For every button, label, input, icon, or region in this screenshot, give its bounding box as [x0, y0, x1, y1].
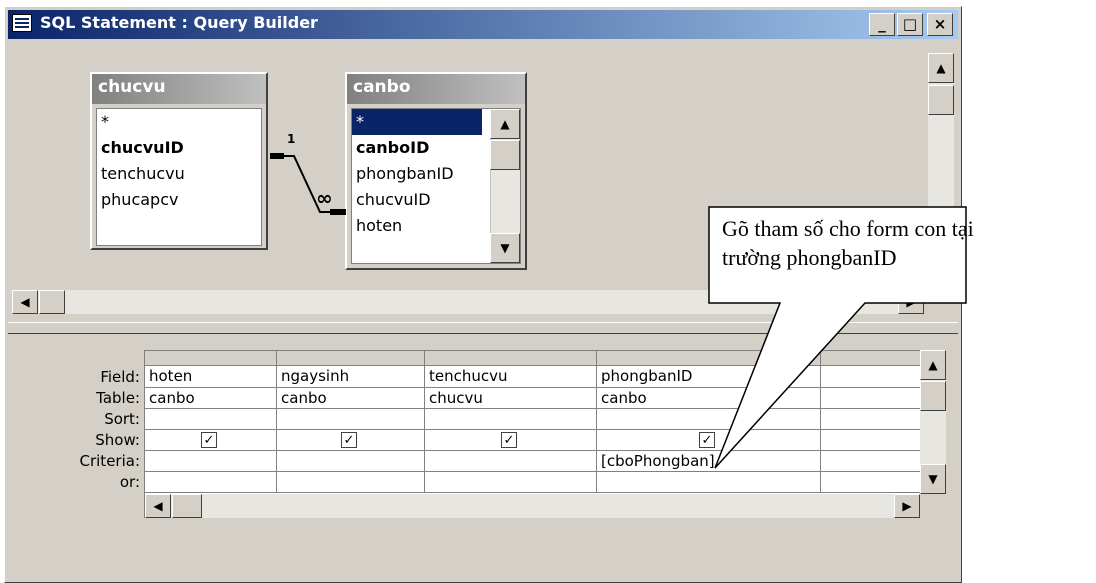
diagram-hscroll-thumb[interactable]	[39, 290, 65, 314]
grid-cell-field[interactable]: ngaysinh	[277, 366, 425, 388]
grid-cell-show[interactable]: ✓	[277, 430, 425, 451]
grid-cell-or[interactable]	[425, 472, 597, 493]
grid-cell-table[interactable]: chucvu	[425, 388, 597, 409]
grid-cell-or[interactable]	[277, 472, 425, 493]
scroll-up-icon[interactable]: ▲	[928, 53, 954, 83]
relationship-many-label: ∞	[316, 186, 333, 210]
grid-cell-table[interactable]: canbo	[145, 388, 277, 409]
field-list-title[interactable]: chucvu	[92, 74, 266, 104]
row-label-sort: Sort:	[104, 410, 140, 428]
checkbox-checked-icon[interactable]: ✓	[341, 432, 357, 448]
scroll-down-icon[interactable]: ▼	[490, 233, 520, 263]
field-item[interactable]: phucapcv	[97, 187, 261, 213]
grid-cell-sort[interactable]	[425, 409, 597, 430]
grid-cell-sort[interactable]	[145, 409, 277, 430]
relationship-one-label: 1	[287, 132, 296, 146]
column-selector[interactable]	[425, 351, 597, 366]
grid-cell-criteria[interactable]	[425, 451, 597, 472]
field-list-scroll-thumb[interactable]	[490, 140, 520, 170]
diagram-vscroll-thumb[interactable]	[928, 85, 954, 115]
callout-line-2: trường phongbanID	[722, 245, 897, 270]
grid-cell-table[interactable]: canbo	[277, 388, 425, 409]
checkbox-checked-icon[interactable]: ✓	[501, 432, 517, 448]
grid-cell-empty[interactable]	[821, 472, 920, 493]
window-title: SQL Statement : Query Builder	[40, 13, 318, 32]
relationship-line[interactable]	[268, 140, 348, 230]
scroll-left-icon[interactable]: ◀	[145, 494, 171, 518]
field-item[interactable]: *	[97, 109, 261, 135]
scroll-left-icon[interactable]: ◀	[12, 290, 38, 314]
minimize-button[interactable]: _	[869, 13, 895, 36]
grid-cell-field[interactable]: hoten	[145, 366, 277, 388]
field-item-key[interactable]: chucvuID	[97, 135, 261, 161]
row-label-field: Field:	[100, 368, 140, 386]
field-list-title[interactable]: canbo	[347, 74, 525, 104]
app-icon[interactable]	[12, 14, 32, 32]
grid-cell-or[interactable]	[597, 472, 821, 493]
close-button[interactable]: ×	[927, 13, 953, 36]
grid-cell-criteria[interactable]	[145, 451, 277, 472]
grid-cell-show[interactable]: ✓	[145, 430, 277, 451]
grid-cell-or[interactable]	[145, 472, 277, 493]
field-list-canbo[interactable]: canbo * canboID phongbanID chucvuID hote…	[345, 72, 527, 270]
scroll-right-icon[interactable]: ▶	[894, 494, 920, 518]
column-selector[interactable]	[145, 351, 277, 366]
row-label-or: or:	[119, 473, 140, 491]
scroll-up-icon[interactable]: ▲	[490, 109, 520, 139]
row-label-show: Show:	[95, 431, 140, 449]
grid-horizontal-scrollbar[interactable]	[145, 494, 920, 518]
grid-cell-sort[interactable]	[277, 409, 425, 430]
grid-cell-show[interactable]: ✓	[425, 430, 597, 451]
column-selector[interactable]	[277, 351, 425, 366]
row-label-table: Table:	[96, 389, 140, 407]
field-list-body[interactable]: * canboID phongbanID chucvuID hoten ▲ ▼	[351, 108, 521, 264]
callout-line-1: Gõ tham số cho form con tại	[722, 216, 974, 241]
checkbox-checked-icon[interactable]: ✓	[201, 432, 217, 448]
grid-cell-field[interactable]: tenchucvu	[425, 366, 597, 388]
field-list-chucvu[interactable]: chucvu * chucvuID tenchucvu phucapcv	[90, 72, 268, 250]
row-label-criteria: Criteria:	[79, 452, 141, 470]
callout-text: Gõ tham số cho form con tại trường phong…	[722, 214, 974, 272]
grid-hscroll-thumb[interactable]	[172, 494, 202, 518]
maximize-button[interactable]: □	[897, 13, 923, 36]
field-list-body[interactable]: * chucvuID tenchucvu phucapcv	[96, 108, 262, 246]
field-item[interactable]: tenchucvu	[97, 161, 261, 187]
field-item-selected[interactable]: *	[352, 109, 482, 135]
grid-cell-criteria[interactable]	[277, 451, 425, 472]
